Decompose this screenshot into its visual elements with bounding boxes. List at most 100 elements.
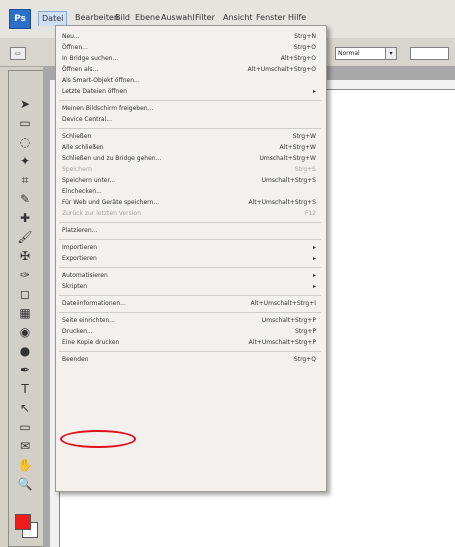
menu-item[interactable]: Exportieren ▸ [62,254,318,264]
eraser-icon[interactable]: ◻ [17,287,33,302]
menu-item-shortcut: Strg+W [292,133,316,140]
menu-separator [59,351,321,352]
menu-item[interactable]: Letzte Dateien öffnen ▸ [62,87,318,97]
toolbox: ➤ ▭ ◌ ✦ ⌗ ✎ ✚ 🖌 ✠ ✑ ◻ ▦ ◉ ● ✒ T ↖ ▭ ✉ ✋ 🔍 [8,70,44,547]
menu-item-shortcut: Alt+Strg+O [280,55,316,62]
submenu-arrow-icon: ▸ [312,255,316,262]
tool-preset-icon[interactable]: ▭ [10,47,26,60]
menu-item-shortcut: Strg+Q [293,356,316,363]
pen-icon[interactable]: ✒ [17,363,33,378]
menu-item-label: Für Web und Geräte speichern... [62,199,160,206]
photoshop-logo: Ps [9,9,31,29]
menu-separator [59,267,321,268]
foreground-color-swatch[interactable] [15,514,31,530]
menu-item-label: Speichern [62,166,92,173]
menu-separator [59,295,321,296]
menu-item-label: Importieren [62,244,98,251]
menu-item[interactable]: Einchecken... [62,187,318,197]
menu-item[interactable]: Neu... Strg+N [62,32,318,42]
menu-item[interactable]: Eine Kopie drucken Alt+Umschalt+Strg+P [62,338,318,348]
menu-item-label: Skripten [62,283,88,290]
menu-item[interactable]: Speichern unter... Umschalt+Strg+S [62,176,318,186]
menu-item-shortcut: Alt+Umschalt+Strg+O [247,66,316,73]
menu-item[interactable]: Für Web und Geräte speichern... Alt+Umsch… [62,198,318,208]
menu-item-label: Beenden [62,356,89,363]
menu-item-label: Neu... [62,33,80,40]
menu-item-shortcut: Alt+Umschalt+Strg+S [248,199,316,206]
crop-icon[interactable]: ⌗ [17,173,33,188]
menu-item-label: Öffnen... [62,44,88,51]
menu-item[interactable]: Schließen Strg+W [62,132,318,142]
menu-item-shortcut: Strg+P [295,328,316,335]
menu-bild[interactable]: Bild [112,11,133,25]
menu-item-shortcut: Strg+O [293,44,316,51]
menu-item[interactable]: Öffnen... Strg+O [62,43,318,53]
menu-item-label: Einchecken... [62,188,102,195]
menu-item-label: Schließen [62,133,92,140]
clone-stamp-icon[interactable]: ✠ [17,249,33,264]
menu-item[interactable]: Meinen Bildschirm freigeben... [62,104,318,114]
menu-item-label: Exportieren [62,255,97,262]
mode-select[interactable]: Normal [335,47,387,60]
menu-item-label: Zurück zur letzten Version [62,210,141,217]
menu-item-label: Letzte Dateien öffnen [62,88,127,95]
menu-item-label: Platzieren... [62,227,98,234]
history-brush-icon[interactable]: ✑ [17,268,33,283]
submenu-arrow-icon: ▸ [312,88,316,95]
menu-item-shortcut: Strg+S [294,166,316,173]
menu-fenster[interactable]: Fenster [253,11,289,25]
menu-ansicht[interactable]: Ansicht [220,11,256,25]
zoom-icon[interactable]: 🔍 [17,477,33,492]
gradient-icon[interactable]: ▦ [17,306,33,321]
menu-item-shortcut: Alt+Umschalt+Strg+I [250,300,316,307]
menu-item-label: Automatisieren [62,272,108,279]
menu-item-label: Drucken... [62,328,93,335]
menu-item-shortcut: Umschalt+Strg+P [261,317,316,324]
menu-item: Zurück zur letzten Version F12 [62,209,318,219]
submenu-arrow-icon: ▸ [312,244,316,251]
healing-brush-icon[interactable]: ✚ [17,211,33,226]
menu-item[interactable]: Device Central... [62,115,318,125]
menu-item[interactable]: Dateiinformationen... Alt+Umschalt+Strg+I [62,299,318,309]
submenu-arrow-icon: ▸ [312,283,316,290]
brush-icon[interactable]: 🖌 [17,230,33,245]
menu-item[interactable]: Alle schließen Alt+Strg+W [62,143,318,153]
menu-item[interactable]: Seite einrichten... Umschalt+Strg+P [62,316,318,326]
print-highlight-circle [60,430,136,448]
lasso-icon[interactable]: ◌ [17,135,33,150]
menu-separator [59,100,321,101]
shape-icon[interactable]: ▭ [17,420,33,435]
move-icon[interactable]: ➤ [17,97,33,112]
menu-item-label: Alle schließen [62,144,104,151]
menu-item[interactable]: Beenden Strg+Q [62,355,318,365]
menu-item[interactable]: Schließen und zu Bridge gehen... Umschalt… [62,154,318,164]
menu-item[interactable]: Drucken... Strg+P [62,327,318,337]
menu-item[interactable]: Skripten ▸ [62,282,318,292]
type-icon[interactable]: T [17,382,33,397]
menu-separator [59,222,321,223]
menu-item[interactable]: Importieren ▸ [62,243,318,253]
blur-icon[interactable]: ◉ [17,325,33,340]
hand-icon[interactable]: ✋ [17,458,33,473]
menu-item-label: Als Smart-Objekt öffnen... [62,77,140,84]
dodge-icon[interactable]: ● [17,344,33,359]
menu-item[interactable]: Automatisieren ▸ [62,271,318,281]
option-input[interactable] [410,47,449,60]
menu-hilfe[interactable]: Hilfe [285,11,309,25]
menu-item[interactable]: Platzieren... [62,226,318,236]
menu-item[interactable]: In Bridge suchen... Alt+Strg+O [62,54,318,64]
notes-icon[interactable]: ✉ [17,439,33,454]
menu-separator [59,239,321,240]
magic-wand-icon[interactable]: ✦ [17,154,33,169]
submenu-arrow-icon: ▸ [312,272,316,279]
menu-item[interactable]: Als Smart-Objekt öffnen... [62,76,318,86]
marquee-icon[interactable]: ▭ [17,116,33,131]
menu-item-label: Eine Kopie drucken [62,339,120,346]
menu-separator [59,312,321,313]
mode-dropdown-icon[interactable]: ▾ [385,47,397,60]
menu-datei[interactable]: Datei [38,11,68,26]
eyedropper-icon[interactable]: ✎ [17,192,33,207]
menu-filter[interactable]: Filter [192,11,218,25]
path-select-icon[interactable]: ↖ [17,401,33,416]
menu-item[interactable]: Öffnen als... Alt+Umschalt+Strg+O [62,65,318,75]
